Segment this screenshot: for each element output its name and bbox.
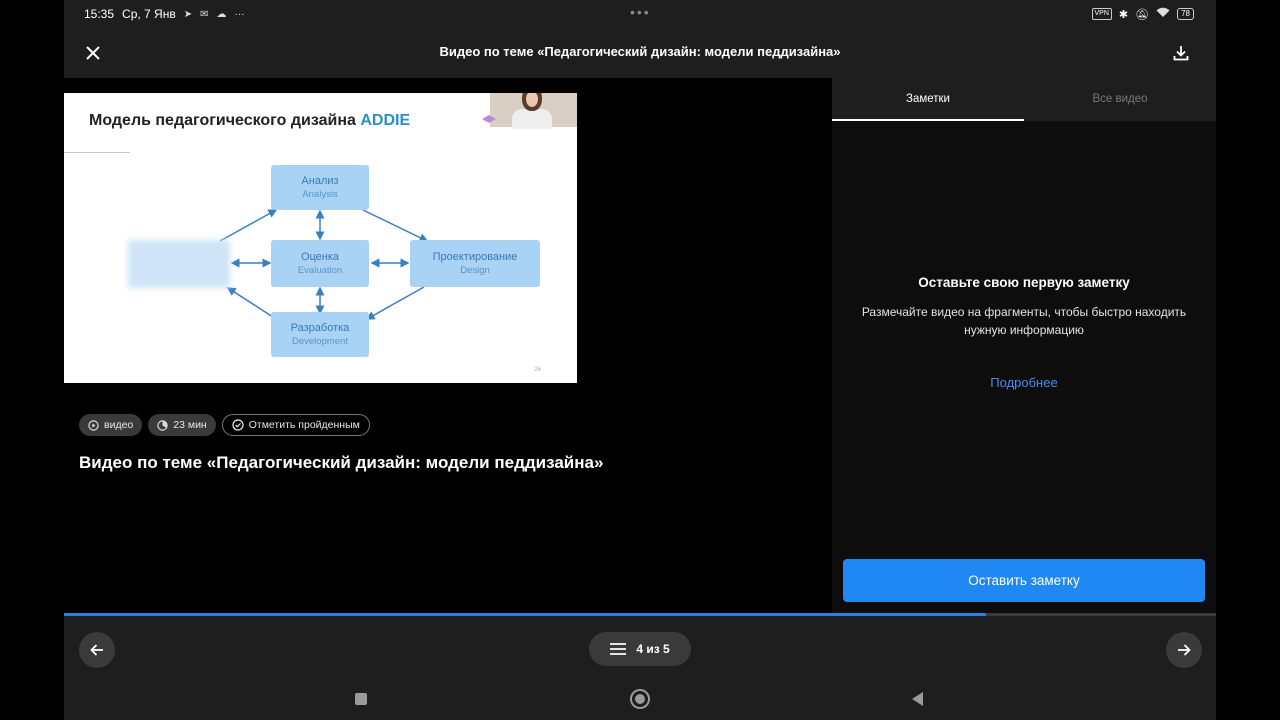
home-icon[interactable] [630, 689, 650, 709]
notification-icon: ✉ [200, 8, 209, 20]
video-player[interactable]: Модель педагогического дизайна ADDIE Ана… [64, 93, 577, 383]
telegram-icon: ➤ [183, 8, 193, 20]
box-evaluation: Оценка Evaluation [271, 240, 369, 287]
box-blurred [128, 240, 230, 288]
duration-chip-label: 23 мин [173, 419, 207, 431]
box-analysis: Анализ Analysis [271, 165, 369, 210]
mark-done-button[interactable]: Отметить пройденным [221, 414, 370, 436]
cloud-icon: ☁ [216, 8, 227, 20]
box-evaluation-en: Evaluation [297, 264, 343, 276]
notes-panel: Заметки Все видео Оставьте свою первую з… [832, 78, 1216, 613]
recents-icon[interactable] [355, 693, 367, 705]
top-app-bar: Видео по теме «Педагогический дизайн: мо… [64, 28, 1216, 78]
empty-state-text: Размечайте видео на фрагменты, чтобы быс… [861, 305, 1187, 337]
tab-all-videos[interactable]: Все видео [1024, 78, 1216, 121]
empty-state-title: Оставьте свою первую заметку [918, 275, 1130, 290]
play-circle-icon [88, 419, 99, 431]
multiwindow-dots-icon[interactable]: ••• [630, 4, 651, 20]
box-analysis-en: Analysis [302, 188, 338, 200]
app-screen: 15:35 Ср, 7 Янв ➤ ✉ ☁ ··· ••• VPN ✱ 🔕︎ 7… [64, 0, 1216, 720]
duration-chip: 23 мин [148, 414, 216, 436]
wifi-icon [1156, 7, 1170, 21]
bluetooth-icon: ✱ [1118, 8, 1129, 21]
video-meta-chips: видео 23 мин Отметить пройденным [79, 414, 370, 436]
type-chip-label: видео [104, 419, 134, 431]
next-button[interactable] [1166, 632, 1202, 668]
more-info-link[interactable]: Подробнее [832, 375, 1216, 390]
check-circle-icon [232, 419, 244, 431]
arrow-left-icon [90, 644, 103, 656]
list-icon [610, 643, 627, 655]
download-icon [1173, 46, 1189, 61]
battery-icon: 78 [1177, 8, 1194, 20]
box-development-ru: Разработка [290, 321, 350, 334]
lesson-pager[interactable]: 4 из 5 [589, 632, 691, 666]
system-navigation-bar [64, 682, 1216, 720]
more-dots-icon: ··· [234, 8, 245, 20]
panel-tabs: Заметки Все видео [832, 78, 1216, 121]
box-evaluation-ru: Оценка [300, 250, 340, 263]
box-development: Разработка Development [271, 312, 369, 357]
status-bar: 15:35 Ср, 7 Янв ➤ ✉ ☁ ··· ••• VPN ✱ 🔕︎ 7… [64, 0, 1216, 28]
box-design-en: Design [460, 264, 490, 276]
bottom-navigation: 4 из 5 [64, 616, 1216, 682]
back-icon[interactable] [912, 692, 923, 706]
slide-number: 26 [534, 367, 541, 373]
box-design: Проектирование Design [410, 240, 540, 287]
previous-button[interactable] [79, 632, 115, 668]
add-note-button[interactable]: Оставить заметку [843, 559, 1205, 602]
timer-icon [157, 419, 168, 431]
video-heading: Видео по теме «Педагогический дизайн: мо… [79, 453, 604, 472]
box-design-ru: Проектирование [432, 250, 518, 263]
page-title: Видео по теме «Педагогический дизайн: мо… [439, 44, 841, 59]
vpn-badge: VPN [1091, 8, 1112, 20]
pager-label: 4 из 5 [636, 642, 670, 656]
tab-notes[interactable]: Заметки [832, 78, 1024, 121]
arrow-right-icon [1178, 644, 1191, 656]
mute-bell-icon: 🔕︎ [1135, 8, 1150, 21]
box-analysis-ru: Анализ [301, 174, 339, 187]
download-button[interactable] [1168, 40, 1194, 66]
type-chip: видео [79, 414, 143, 436]
status-date: Ср, 7 Янв [122, 7, 176, 21]
status-time: 15:35 [84, 7, 115, 21]
mark-done-label: Отметить пройденным [248, 419, 360, 431]
box-development-en: Development [292, 335, 348, 347]
